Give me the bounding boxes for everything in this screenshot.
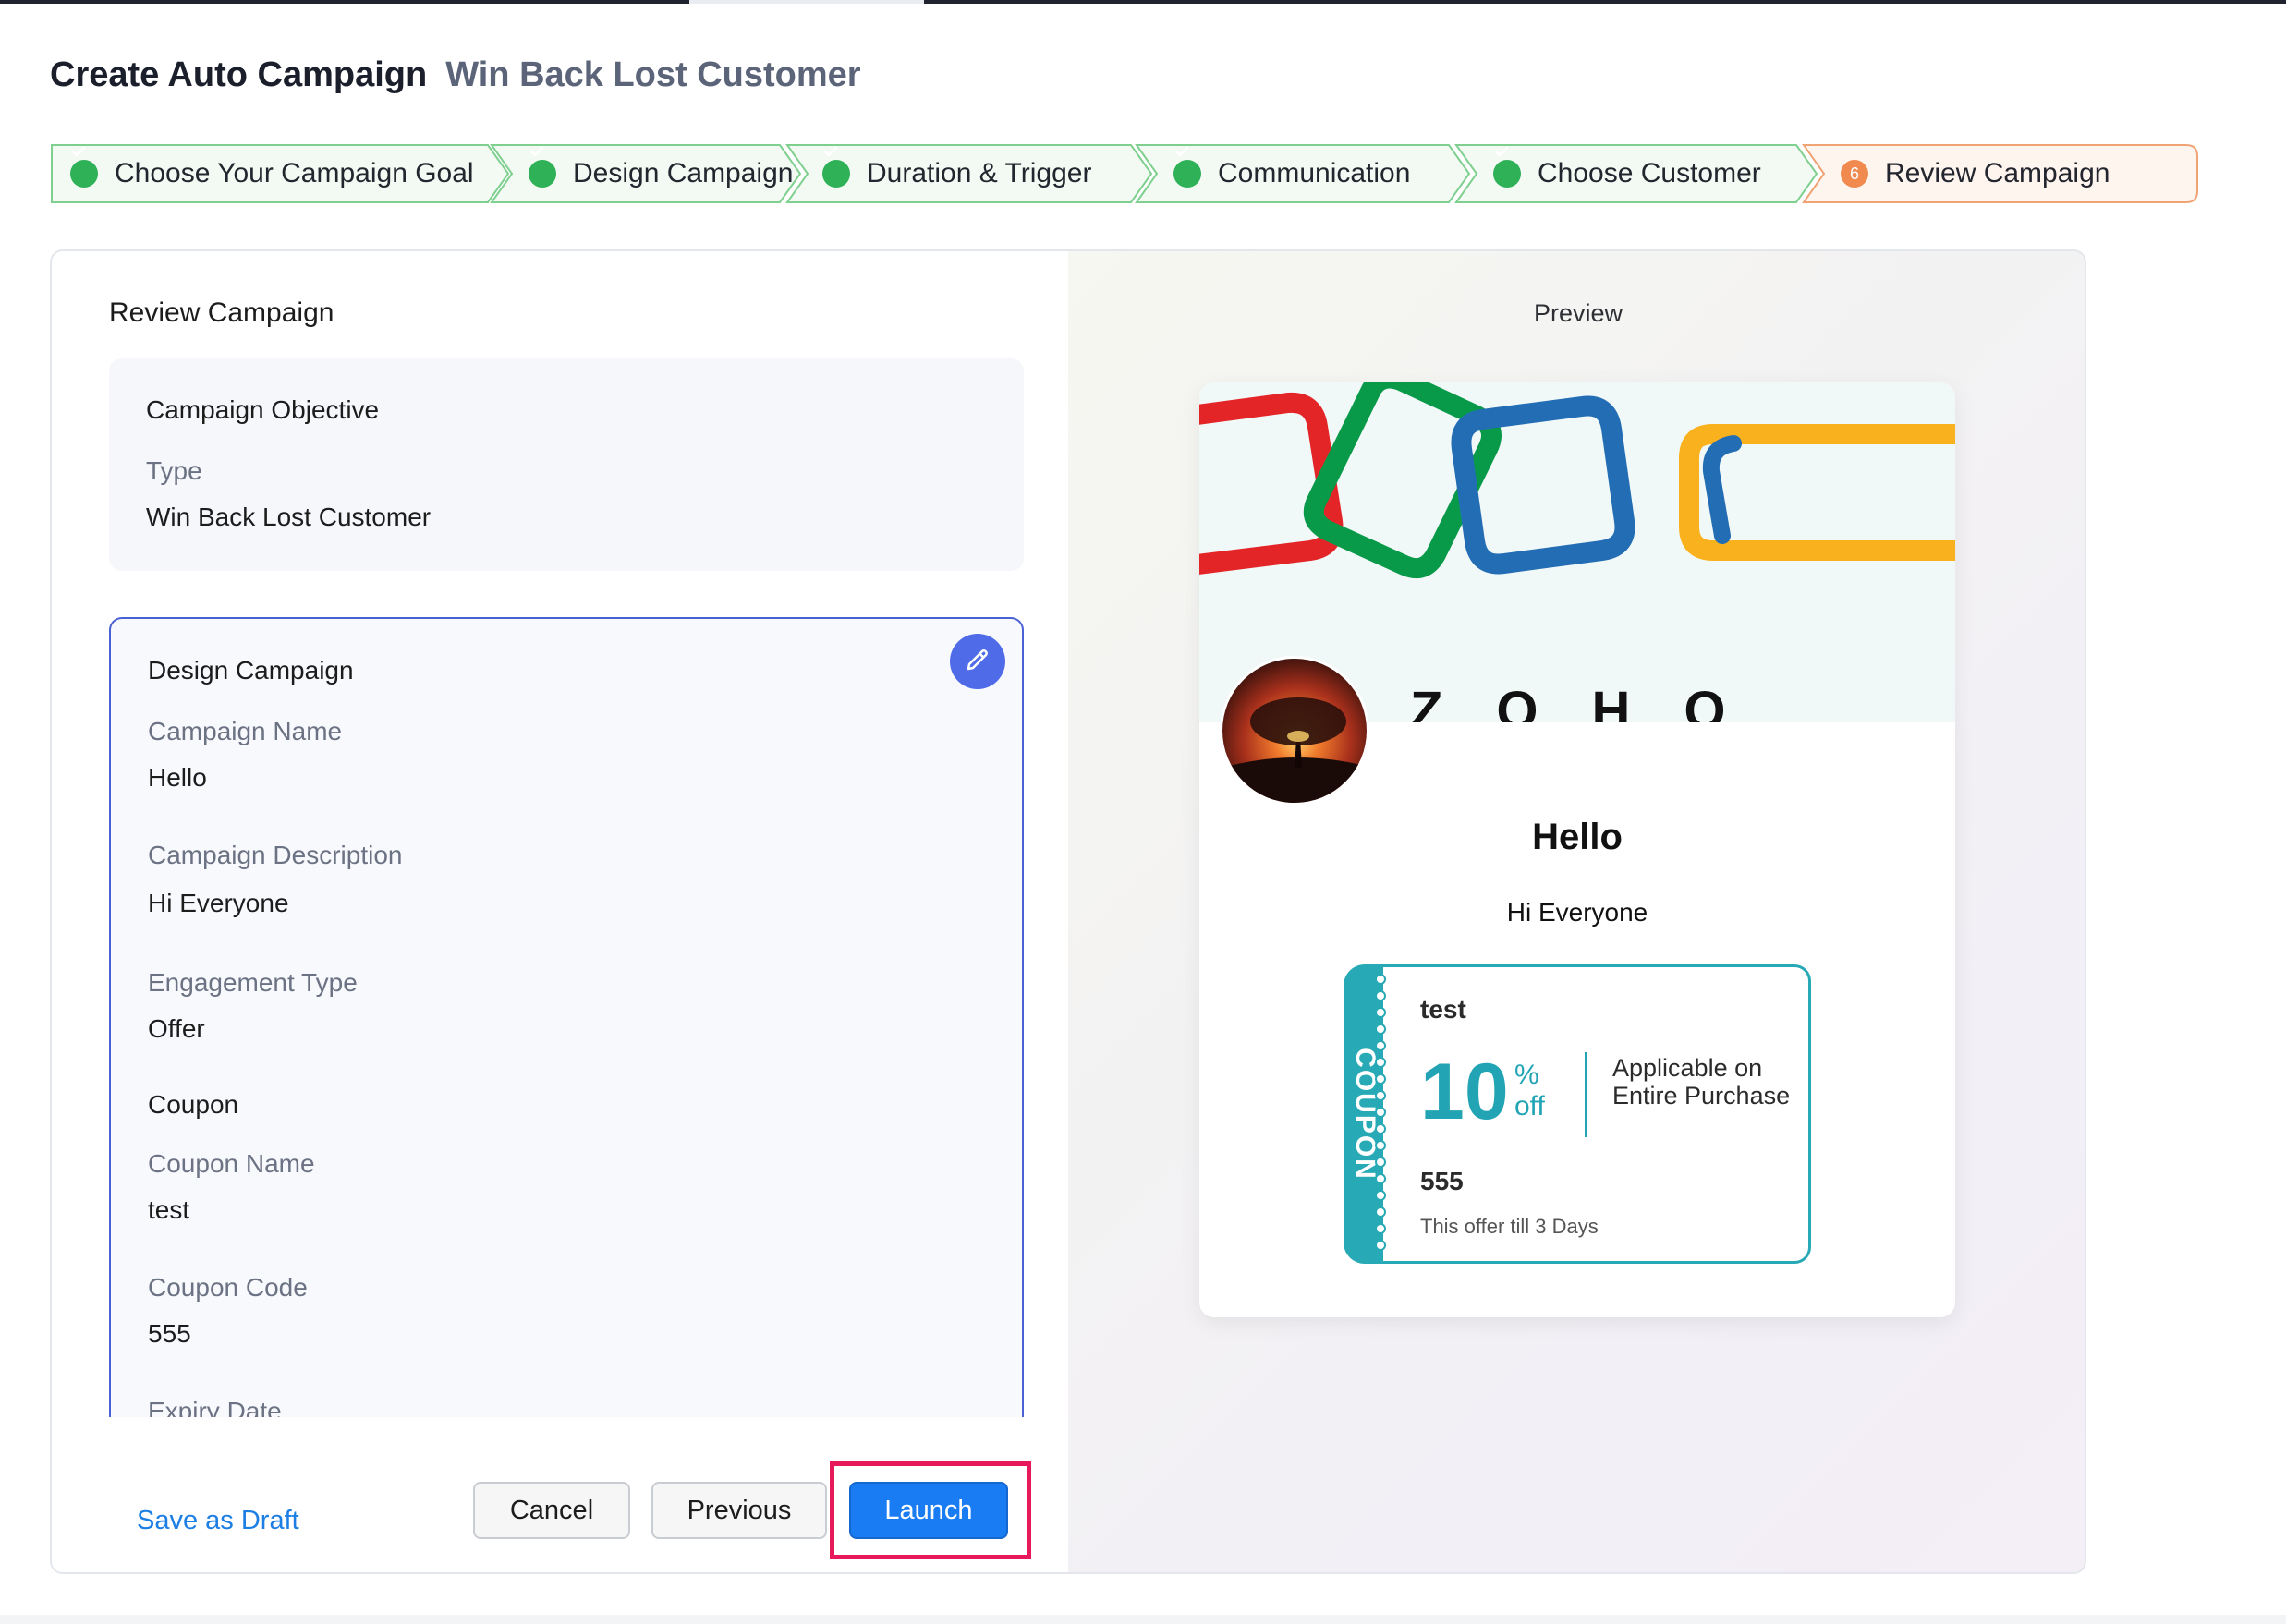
check-circle-icon (1173, 146, 1201, 188)
campaign-name-value: Hello (148, 763, 207, 792)
coupon-off-text: off (1514, 1091, 1545, 1121)
campaign-name-label: Campaign Name (148, 717, 343, 745)
edit-button[interactable] (950, 634, 1005, 689)
review-details-pane: Review Campaign Campaign Objective Type … (52, 251, 1068, 1572)
check-circle-icon (529, 146, 556, 188)
coupon-body: test 10 % off Applicable on Entire Purch… (1380, 964, 1811, 1264)
coupon-percent-sign: % (1514, 1060, 1539, 1090)
coupon-code-value: 555 (148, 1319, 191, 1348)
step-communication[interactable]: Communication (1135, 143, 1471, 204)
check-circle-icon (822, 146, 850, 188)
design-campaign-section: Design Campaign Campaign Name Hello Camp… (109, 617, 1024, 1541)
step-design-campaign[interactable]: Design Campaign (490, 143, 802, 204)
page-title-campaign-type: Win Back Lost Customer (445, 55, 861, 94)
coupon-preview: COUPON test 10 % off Applicable on Entir… (1344, 964, 1811, 1264)
page-bottom-bar (0, 1615, 2286, 1624)
coupon-name-label: Coupon Name (148, 1149, 315, 1178)
check-circle-icon (70, 146, 98, 188)
preview-campaign-description: Hi Everyone (1506, 898, 1648, 927)
launch-button[interactable]: Launch (849, 1482, 1008, 1539)
step-label: Review Campaign (1885, 158, 2110, 188)
coupon-name: test (1420, 995, 1466, 1024)
step-duration-trigger[interactable]: Duration & Trigger (785, 143, 1153, 204)
preview-card: ZOHO Hello Hi Everyone COUPON test 10 % … (1199, 382, 1955, 1317)
coupon-perforation (1375, 974, 1386, 1251)
coupon-applicability: Applicable on Entire Purchase (1612, 1054, 1791, 1109)
step-choose-customer[interactable]: Choose Customer (1454, 143, 1818, 204)
step-label: Choose Your Campaign Goal (115, 158, 474, 188)
design-title: Design Campaign (148, 656, 354, 685)
check-circle-icon (1493, 146, 1521, 188)
campaign-objective-section: Campaign Objective Type Win Back Lost Cu… (109, 358, 1024, 571)
step-label: Design Campaign (573, 158, 794, 188)
save-draft-link[interactable]: Save as Draft (137, 1506, 299, 1536)
preview-campaign-title: Hello (1532, 817, 1623, 857)
step-choose-goal[interactable]: Choose Your Campaign Goal (50, 143, 510, 204)
coupon-discount-value: 10 (1420, 1048, 1509, 1136)
step-label: Choose Customer (1538, 158, 1761, 188)
coupon-code-label: Coupon Code (148, 1273, 308, 1302)
preview-pane: Preview ZOHO Hello Hi Everyone COUPON te… (1068, 251, 2085, 1572)
pencil-icon (964, 646, 991, 678)
coupon-divider (1585, 1052, 1587, 1137)
previous-button[interactable]: Previous (651, 1482, 827, 1539)
type-label: Type (146, 456, 202, 485)
page-title: Create Auto Campaign Win Back Lost Custo… (50, 55, 861, 102)
page-title-main: Create Auto Campaign (50, 55, 428, 94)
browser-tab-indicator (689, 0, 924, 4)
coupon-heading: Coupon (148, 1090, 239, 1119)
coupon-code: 555 (1420, 1167, 1464, 1195)
type-value: Win Back Lost Customer (146, 503, 432, 531)
banner-text: ZOHO (1410, 681, 1780, 722)
action-footer: Save as Draft Cancel Previous Launch (52, 1417, 1068, 1572)
preview-label: Preview (1533, 299, 1623, 327)
engagement-type-value: Offer (148, 1014, 205, 1043)
engagement-type-label: Engagement Type (148, 968, 358, 997)
review-heading: Review Campaign (109, 297, 334, 328)
top-bar (0, 0, 2286, 4)
step-label: Duration & Trigger (867, 158, 1092, 188)
campaign-stepper: Choose Your Campaign Goal Design Campaig… (50, 143, 2199, 204)
step-review-campaign[interactable]: 6 Review Campaign (1802, 143, 2199, 204)
campaign-description-value: Hi Everyone (148, 889, 289, 917)
campaign-description-label: Campaign Description (148, 841, 403, 869)
step-label: Communication (1218, 158, 1411, 188)
coupon-name-value: test (148, 1195, 190, 1224)
step-number-icon: 6 (1841, 160, 1868, 188)
objective-title: Campaign Objective (146, 395, 380, 424)
review-card: Review Campaign Campaign Objective Type … (50, 249, 2086, 1574)
cancel-button[interactable]: Cancel (473, 1482, 630, 1539)
avatar (1220, 656, 1369, 806)
coupon-expiry: This offer till 3 Days (1420, 1215, 1599, 1238)
